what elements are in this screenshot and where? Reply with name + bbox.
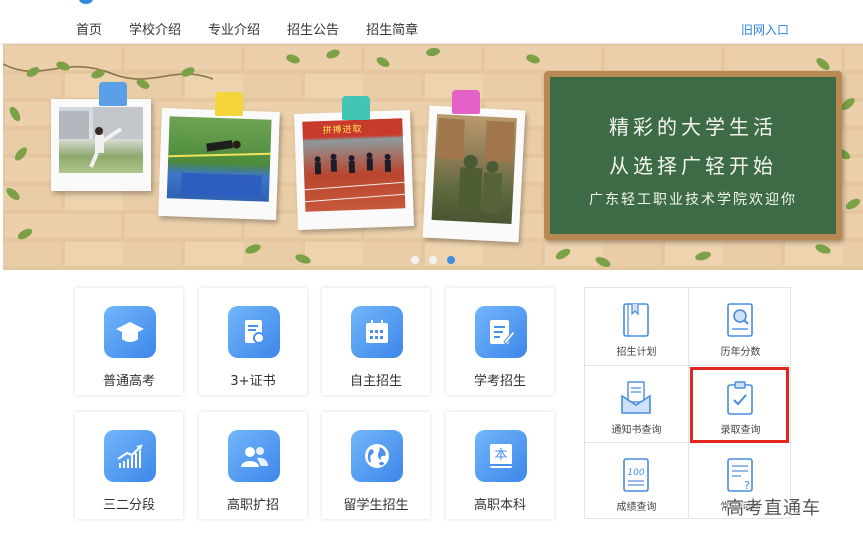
clip-pink-icon bbox=[452, 90, 480, 114]
nav-school-intro[interactable]: 学校介绍 bbox=[129, 19, 181, 38]
slider-dot-2[interactable] bbox=[429, 256, 437, 264]
nav-home[interactable]: 首页 bbox=[76, 19, 102, 38]
blackboard: 精彩的大学生活 从选择广轻开始 广东轻工职业技术学院欢迎你 bbox=[544, 71, 842, 240]
nav-announcements[interactable]: 招生公告 bbox=[287, 19, 339, 38]
query-score[interactable]: 100 成绩查询 bbox=[585, 443, 688, 520]
photo-taekwondo-image bbox=[59, 107, 143, 168]
certificate-icon bbox=[228, 306, 280, 358]
logo-icon bbox=[79, 0, 93, 4]
clip-blue-icon bbox=[99, 82, 127, 106]
photo-sprint: 拼搏进取 bbox=[294, 110, 414, 230]
tile-label: 留学生招生 bbox=[343, 498, 409, 513]
tile-vocational-bachelor[interactable]: 本 高职本科 bbox=[446, 412, 554, 519]
hero-banner[interactable]: 拼搏进取 精彩的大学生活 从选择广轻开始 广东轻工职业技术学院欢迎你 bbox=[3, 44, 863, 270]
clip-teal-icon bbox=[342, 96, 370, 120]
book-icon-char: 本 bbox=[494, 448, 507, 463]
nav-major-intro[interactable]: 专业介绍 bbox=[208, 19, 260, 38]
tile-academic-test-enrollment[interactable]: 学考招生 bbox=[446, 288, 554, 395]
calendar-icon bbox=[351, 306, 403, 358]
notebook-icon bbox=[623, 303, 649, 337]
query-enrollment-plan[interactable]: 招生计划 bbox=[585, 288, 688, 365]
clip-yellow-icon bbox=[215, 92, 243, 116]
tile-three-two-segment[interactable]: 三二分段 bbox=[75, 412, 183, 519]
envelope-letter-icon bbox=[621, 381, 651, 414]
svg-text:?: ? bbox=[744, 479, 750, 492]
watermark: 高考直通车 bbox=[726, 498, 821, 519]
book-icon: 本 bbox=[475, 430, 527, 482]
search-document-icon bbox=[727, 303, 753, 337]
photo-high-jump-image bbox=[168, 140, 271, 198]
score-icon-text: 100 bbox=[627, 468, 644, 478]
tile-label: 高职扩招 bbox=[226, 498, 279, 513]
graduation-cap-icon bbox=[104, 306, 156, 358]
query-label: 通知书查询 bbox=[611, 425, 662, 436]
photo-taekwondo bbox=[51, 99, 151, 191]
slider-dot-3[interactable] bbox=[447, 256, 455, 264]
tile-certificate[interactable]: 3+证书 bbox=[199, 288, 307, 395]
growth-chart-icon bbox=[104, 430, 156, 482]
photo-military-image bbox=[436, 118, 515, 214]
tile-vocational-expansion[interactable]: 高职扩招 bbox=[199, 412, 307, 519]
photo-military-training bbox=[422, 105, 526, 243]
tile-label: 自主招生 bbox=[349, 374, 402, 389]
slider-dots bbox=[411, 256, 455, 264]
tile-label: 高职本科 bbox=[473, 498, 526, 513]
score-sheet-icon: 100 bbox=[623, 458, 649, 492]
main-nav: 首页 学校介绍 专业介绍 招生公告 招生简章 bbox=[76, 19, 445, 38]
slider-dot-1[interactable] bbox=[411, 256, 419, 264]
nav-brochure[interactable]: 招生简章 bbox=[366, 19, 418, 38]
query-admission-letter[interactable]: 通知书查询 bbox=[585, 366, 688, 443]
edit-document-icon bbox=[475, 306, 527, 358]
globe-icon bbox=[351, 430, 403, 482]
tile-general-exam[interactable]: 普通高考 bbox=[75, 288, 183, 395]
users-icon bbox=[228, 430, 280, 482]
tile-international-students[interactable]: 留学生招生 bbox=[322, 412, 430, 519]
query-label: 成绩查询 bbox=[616, 502, 657, 513]
query-past-scores[interactable]: 历年分数 bbox=[689, 288, 792, 365]
tile-label: 普通高考 bbox=[102, 374, 155, 389]
banner-headline-1: 精彩的大学生活 bbox=[609, 115, 777, 139]
photo-sprint-image bbox=[304, 152, 405, 203]
photo-high-jump bbox=[158, 107, 280, 221]
tile-independent-enrollment[interactable]: 自主招生 bbox=[322, 288, 430, 395]
question-document-icon: ? bbox=[727, 458, 753, 492]
tile-label: 3+证书 bbox=[230, 374, 276, 389]
old-site-link[interactable]: 旧网入口 bbox=[741, 21, 789, 38]
top-nav-bar: 首页 学校介绍 专业介绍 招生公告 招生简章 旧网入口 bbox=[0, 0, 863, 44]
tile-label: 三二分段 bbox=[102, 498, 155, 513]
tile-label: 学考招生 bbox=[473, 374, 526, 389]
query-label: 历年分数 bbox=[720, 347, 761, 358]
banner-headline-2: 从选择广轻开始 bbox=[609, 154, 777, 178]
banner-welcome: 广东轻工职业技术学院欢迎你 bbox=[589, 192, 797, 208]
query-label: 招生计划 bbox=[616, 347, 657, 358]
highlight-box bbox=[690, 367, 789, 443]
